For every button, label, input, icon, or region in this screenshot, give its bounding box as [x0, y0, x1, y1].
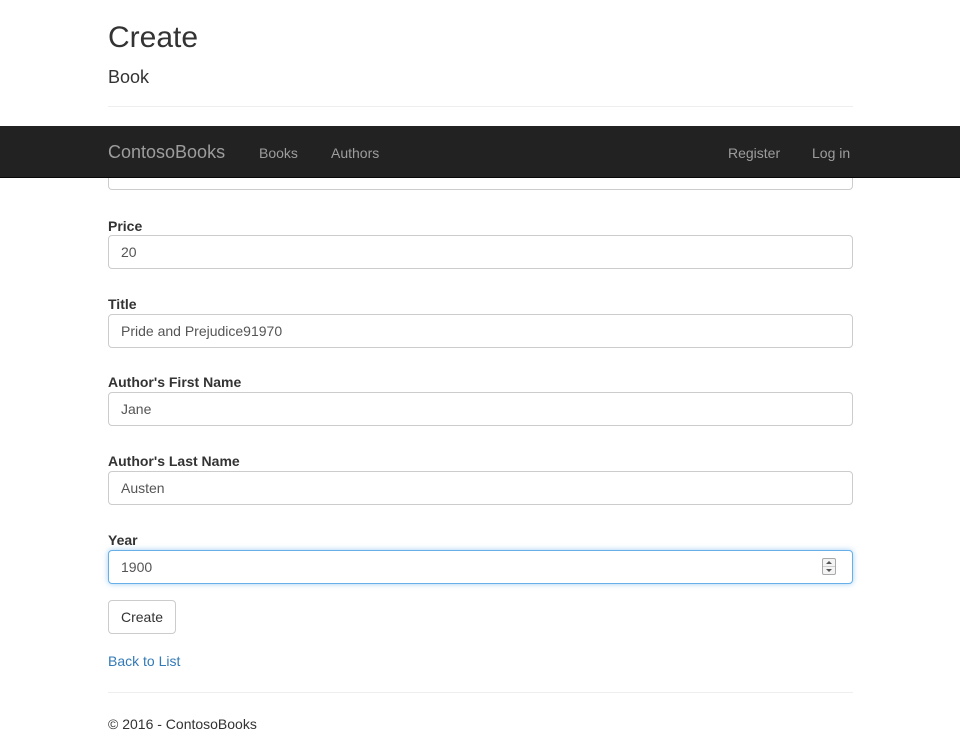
- back-to-list-link[interactable]: Back to List: [108, 651, 180, 671]
- spinner-up-icon[interactable]: [823, 559, 835, 567]
- price-field[interactable]: [108, 235, 853, 269]
- nav-link-register[interactable]: Register: [728, 143, 780, 163]
- last-name-label: Author's Last Name: [108, 453, 240, 469]
- title-label: Title: [108, 296, 137, 312]
- last-name-field[interactable]: [108, 471, 853, 505]
- spinner-arrows-icon[interactable]: [822, 558, 836, 575]
- first-name-field[interactable]: [108, 392, 853, 426]
- header-divider: [108, 106, 853, 107]
- title-field[interactable]: [108, 314, 853, 348]
- price-label: Price: [108, 218, 143, 234]
- nav-link-authors[interactable]: Authors: [331, 143, 379, 163]
- first-name-label: Author's First Name: [108, 374, 242, 390]
- nav-link-books[interactable]: Books: [259, 143, 298, 163]
- create-button[interactable]: Create: [108, 600, 177, 634]
- footer-copyright: © 2016 - ContosoBooks: [108, 716, 257, 732]
- navbar-brand[interactable]: ContosoBooks: [108, 141, 225, 163]
- footer-divider: [108, 692, 853, 693]
- nav-link-login[interactable]: Log in: [812, 143, 850, 163]
- page-subtitle: Book: [108, 67, 150, 87]
- year-label: Year: [108, 532, 138, 548]
- spinner-down-icon[interactable]: [823, 567, 835, 574]
- navbar: ContosoBooks Books Authors Register Log …: [0, 126, 960, 178]
- page-title: Create: [108, 21, 199, 54]
- year-field[interactable]: [108, 550, 853, 584]
